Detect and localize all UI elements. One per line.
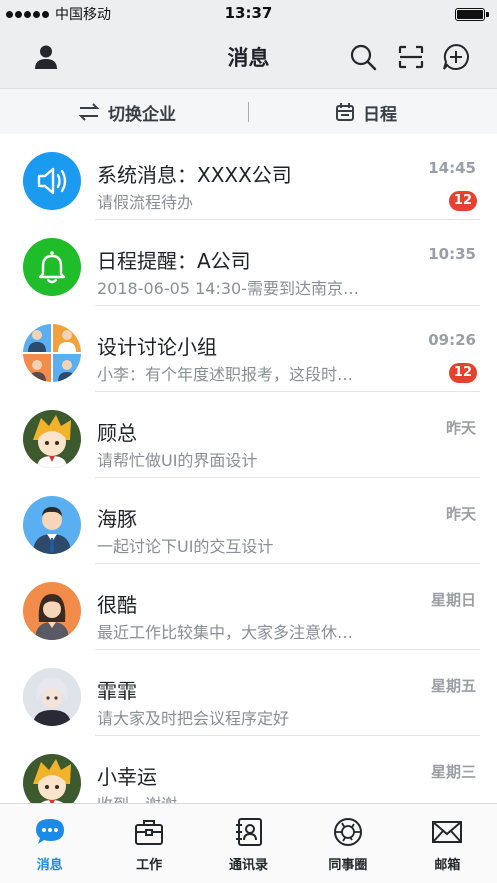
tab-messages[interactable]: 消息: [0, 804, 99, 883]
message-time: 星期日: [430, 591, 476, 609]
message-title: 系统消息：XXXX公司: [97, 163, 292, 187]
tab-colleagues[interactable]: 同事圈: [298, 804, 397, 883]
message-time: 星期三: [430, 763, 476, 781]
message-time: 10:35: [428, 245, 476, 263]
message-row-cool[interactable]: 很酷 最近工作比较集中，大家多注意休… 星期日: [0, 564, 497, 650]
message-row-system[interactable]: 系统消息：XXXX公司 请假流程待办 14:45 12: [0, 134, 497, 220]
message-preview: 最近工作比较集中，大家多注意休…: [97, 623, 354, 642]
message-preview: 收到，谢谢: [97, 791, 177, 803]
message-title: 日程提醒：A公司: [97, 249, 251, 273]
scan-icon[interactable]: [396, 42, 426, 72]
tab-label: 消息: [36, 858, 63, 873]
unread-badge: 12: [448, 191, 477, 211]
message-title: 顾总: [97, 421, 137, 445]
aperture-icon: [332, 816, 364, 848]
tab-label: 同事圈: [328, 858, 368, 873]
message-preview: 请假流程待办: [97, 193, 194, 212]
mail-icon: [431, 816, 463, 848]
message-preview: 小李：有个年度述职报考，这段时…: [97, 365, 354, 384]
status-time: 13:37: [224, 4, 273, 22]
tab-label: 工作: [136, 858, 163, 873]
anime-avatar: [23, 410, 81, 468]
switch-company-button[interactable]: 切换企业: [78, 89, 176, 135]
man-avatar: [23, 496, 81, 554]
message-row-design-group[interactable]: 设计讨论小组 小李：有个年度述职报考，这段时… 09:26 12: [0, 306, 497, 392]
battery-icon: [455, 8, 489, 21]
message-time: 09:26: [428, 331, 476, 349]
tab-mail[interactable]: 邮箱: [398, 804, 497, 883]
message-list[interactable]: 系统消息：XXXX公司 请假流程待办 14:45 12 日程提醒：A公司 201…: [0, 134, 497, 803]
message-title: 海豚: [97, 507, 137, 531]
message-time: 昨天: [445, 419, 476, 437]
calendar-icon: [336, 103, 354, 121]
chat-bubble-icon: [34, 816, 66, 848]
message-row-little-luck[interactable]: 小幸运 收到，谢谢 星期三: [0, 736, 497, 803]
schedule-button[interactable]: 日程: [335, 89, 397, 135]
message-preview: 一起讨论下UI的交互设计: [97, 537, 274, 556]
group-avatar: [23, 324, 81, 382]
message-row-dolphin[interactable]: 海豚 一起讨论下UI的交互设计 昨天: [0, 478, 497, 564]
message-row-gu[interactable]: 顾总 请帮忙做UI的界面设计 昨天: [0, 392, 497, 478]
message-title: 很酷: [97, 593, 137, 617]
tab-work[interactable]: 工作: [99, 804, 198, 883]
message-row-feifei[interactable]: 霏霏 请大家及时把会议程序定好 星期五: [0, 650, 497, 736]
contacts-icon: [233, 816, 265, 848]
bell-icon: [23, 238, 81, 296]
anime-avatar: [23, 754, 81, 803]
message-preview: 请帮忙做UI的界面设计: [97, 451, 258, 470]
message-preview: 2018-06-05 14:30-需要到达南京…: [97, 279, 359, 298]
header: 消息: [0, 28, 497, 88]
message-row-schedule-reminder[interactable]: 日程提醒：A公司 2018-06-05 14:30-需要到达南京… 10:35: [0, 220, 497, 306]
briefcase-icon: [133, 816, 165, 848]
tab-label: 邮箱: [434, 858, 461, 873]
message-title: 小幸运: [97, 765, 157, 789]
bottom-tab-bar: 消息 工作 通讯录 同事圈 邮箱: [0, 803, 497, 883]
tab-label: 通讯录: [229, 858, 269, 873]
switch-company-label: 切换企业: [108, 104, 176, 125]
message-time: 昨天: [445, 505, 476, 523]
sub-toolbar: 切换企业 日程: [0, 88, 497, 134]
portrait-avatar: [23, 668, 81, 726]
message-time: 14:45: [428, 159, 476, 177]
unread-badge: 12: [448, 363, 477, 383]
message-time: 星期五: [430, 677, 476, 695]
switch-arrows-icon: [78, 103, 100, 121]
tab-contacts[interactable]: 通讯录: [199, 804, 298, 883]
woman-avatar: [23, 582, 81, 640]
message-title: 霏霏: [97, 679, 137, 703]
message-preview: 请大家及时把会议程序定好: [97, 709, 290, 728]
speaker-icon: [23, 152, 81, 210]
divider: [248, 102, 249, 122]
search-icon[interactable]: [348, 42, 378, 72]
schedule-label: 日程: [363, 104, 397, 125]
status-bar: 中国移动 13:37: [0, 0, 497, 28]
message-title: 设计讨论小组: [97, 335, 217, 359]
add-icon[interactable]: [441, 42, 471, 72]
